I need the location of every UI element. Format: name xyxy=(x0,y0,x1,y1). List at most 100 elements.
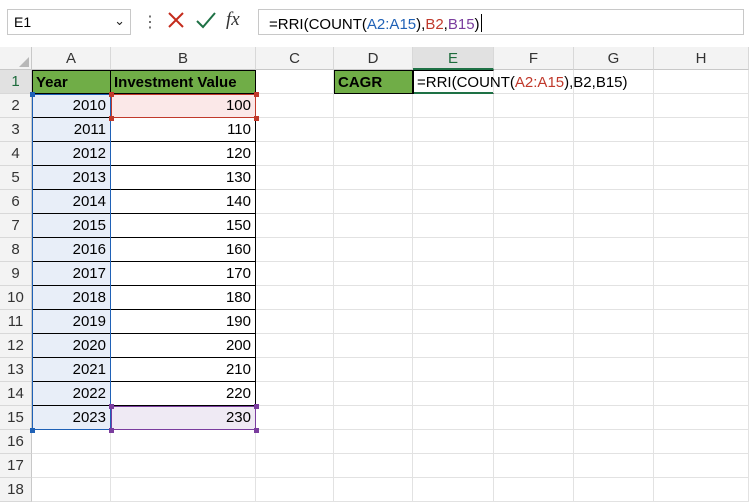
cell[interactable] xyxy=(574,190,654,214)
cell[interactable] xyxy=(256,334,334,358)
year-cell[interactable]: 2010 xyxy=(32,94,111,118)
cell[interactable] xyxy=(334,358,413,382)
cell[interactable] xyxy=(32,478,111,502)
cell[interactable] xyxy=(494,190,574,214)
row-header-13[interactable]: 13 xyxy=(0,358,32,382)
year-cell[interactable]: 2022 xyxy=(32,382,111,406)
column-header-e[interactable]: E xyxy=(413,47,494,70)
column-header-c[interactable]: C xyxy=(256,47,334,70)
row-header-2[interactable]: 2 xyxy=(0,94,32,118)
range-resize-handle[interactable] xyxy=(254,92,259,97)
cell[interactable] xyxy=(494,94,574,118)
name-box[interactable]: E1 ⌄ xyxy=(7,9,131,35)
year-cell[interactable]: 2019 xyxy=(32,310,111,334)
investment-value-cell[interactable]: 180 xyxy=(111,286,256,310)
cell[interactable] xyxy=(256,454,334,478)
cell[interactable] xyxy=(413,214,494,238)
row-header-5[interactable]: 5 xyxy=(0,166,32,190)
select-all-button[interactable] xyxy=(0,47,32,70)
cell[interactable] xyxy=(494,118,574,142)
cell[interactable] xyxy=(494,430,574,454)
cell[interactable] xyxy=(574,286,654,310)
year-cell[interactable]: 2023 xyxy=(32,406,111,430)
active-cell-e1[interactable]: =RRI(COUNT(A2:A15),B2,B15) xyxy=(413,70,628,94)
year-cell[interactable]: 2013 xyxy=(32,166,111,190)
year-cell[interactable]: 2018 xyxy=(32,286,111,310)
cell[interactable] xyxy=(494,382,574,406)
cell[interactable] xyxy=(111,478,256,502)
cell[interactable] xyxy=(494,286,574,310)
cell[interactable] xyxy=(494,334,574,358)
row-header-11[interactable]: 11 xyxy=(0,310,32,334)
investment-value-cell[interactable]: 120 xyxy=(111,142,256,166)
cell[interactable] xyxy=(574,310,654,334)
range-resize-handle[interactable] xyxy=(109,92,114,97)
cell[interactable] xyxy=(494,310,574,334)
cell[interactable] xyxy=(334,406,413,430)
cell[interactable] xyxy=(654,94,749,118)
cell[interactable] xyxy=(494,214,574,238)
cell[interactable] xyxy=(256,118,334,142)
cell[interactable] xyxy=(413,238,494,262)
cell[interactable] xyxy=(413,142,494,166)
cell[interactable] xyxy=(413,358,494,382)
row-header-9[interactable]: 9 xyxy=(0,262,32,286)
cell[interactable] xyxy=(654,118,749,142)
investment-value-cell[interactable]: 110 xyxy=(111,118,256,142)
cell[interactable] xyxy=(413,334,494,358)
year-cell[interactable]: 2020 xyxy=(32,334,111,358)
cell[interactable] xyxy=(256,262,334,286)
cell[interactable] xyxy=(256,382,334,406)
cell[interactable] xyxy=(654,430,749,454)
cell[interactable] xyxy=(574,118,654,142)
cell[interactable] xyxy=(654,454,749,478)
cell[interactable] xyxy=(334,142,413,166)
range-resize-handle[interactable] xyxy=(254,428,259,433)
column-header-d[interactable]: D xyxy=(334,47,413,70)
cell[interactable] xyxy=(494,478,574,502)
investment-value-cell[interactable]: 220 xyxy=(111,382,256,406)
cell[interactable] xyxy=(111,430,256,454)
year-cell[interactable]: 2021 xyxy=(32,358,111,382)
range-resize-handle[interactable] xyxy=(109,428,114,433)
cell[interactable] xyxy=(654,142,749,166)
investment-value-cell[interactable]: 210 xyxy=(111,358,256,382)
investment-value-cell[interactable]: 150 xyxy=(111,214,256,238)
cell[interactable] xyxy=(256,310,334,334)
row-header-18[interactable]: 18 xyxy=(0,478,32,502)
row-header-12[interactable]: 12 xyxy=(0,334,32,358)
cell[interactable] xyxy=(574,334,654,358)
cell[interactable] xyxy=(574,262,654,286)
cancel-icon[interactable] xyxy=(166,8,186,32)
cell[interactable] xyxy=(256,406,334,430)
cagr-label-cell[interactable]: CAGR xyxy=(334,70,413,94)
chevron-down-icon[interactable]: ⌄ xyxy=(114,13,125,29)
cell[interactable] xyxy=(654,358,749,382)
cell[interactable] xyxy=(413,262,494,286)
cell[interactable] xyxy=(334,94,413,118)
investment-value-cell[interactable]: 200 xyxy=(111,334,256,358)
cell[interactable] xyxy=(413,286,494,310)
range-resize-handle[interactable] xyxy=(254,116,259,121)
cell[interactable] xyxy=(256,142,334,166)
cell[interactable] xyxy=(574,94,654,118)
cell[interactable] xyxy=(413,94,494,118)
column-header-g[interactable]: G xyxy=(574,47,654,70)
cell[interactable] xyxy=(574,214,654,238)
column-header-b[interactable]: B xyxy=(111,47,256,70)
investment-value-cell[interactable]: 230 xyxy=(111,406,256,430)
year-cell[interactable]: 2016 xyxy=(32,238,111,262)
cell[interactable] xyxy=(574,406,654,430)
investment-value-cell[interactable]: 130 xyxy=(111,166,256,190)
cell[interactable] xyxy=(413,454,494,478)
cell[interactable] xyxy=(256,70,334,94)
cell[interactable] xyxy=(32,430,111,454)
cell[interactable] xyxy=(334,310,413,334)
cell[interactable] xyxy=(574,238,654,262)
cell[interactable] xyxy=(494,406,574,430)
cell[interactable] xyxy=(654,478,749,502)
cell[interactable] xyxy=(334,454,413,478)
cell[interactable] xyxy=(334,478,413,502)
cell[interactable] xyxy=(334,286,413,310)
cell[interactable] xyxy=(574,430,654,454)
